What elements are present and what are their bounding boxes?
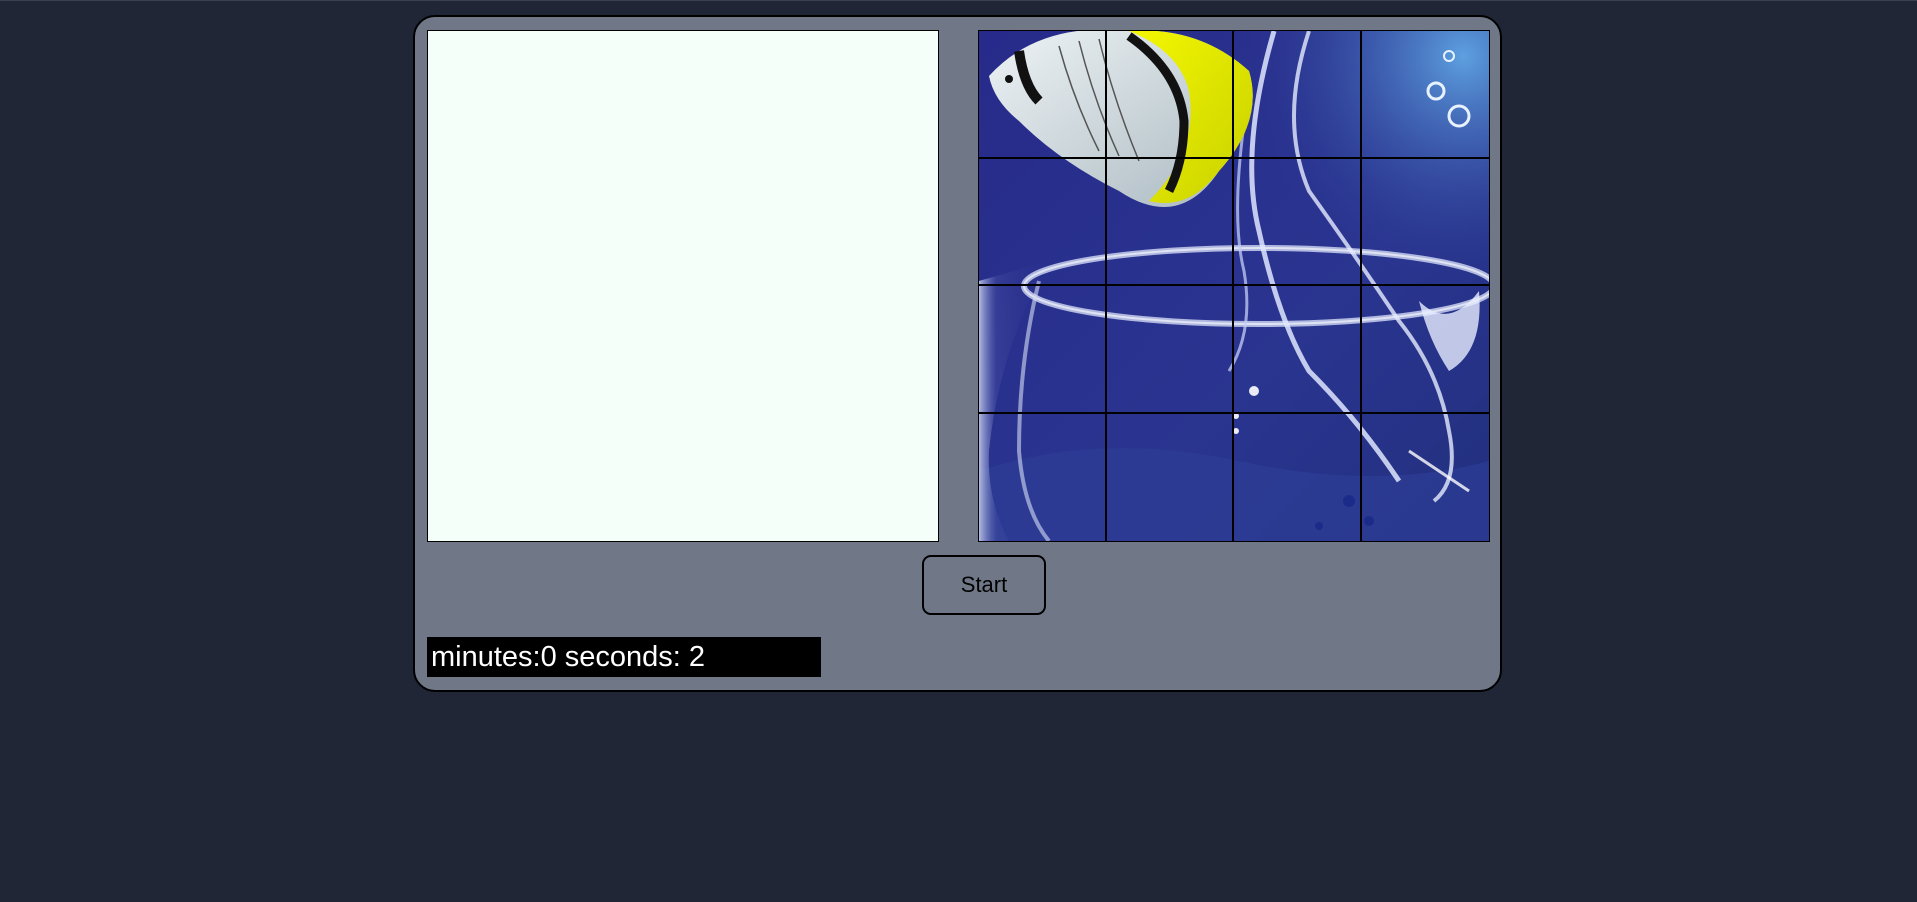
puzzle-tile[interactable]: [1234, 31, 1362, 159]
puzzle-tile[interactable]: [1106, 31, 1234, 159]
puzzle-tile[interactable]: [1234, 286, 1362, 414]
puzzle-tile[interactable]: [1106, 286, 1234, 414]
start-button[interactable]: Start: [922, 555, 1046, 615]
puzzle-tile[interactable]: [979, 286, 1107, 414]
puzzle-tile[interactable]: [1106, 158, 1234, 286]
puzzle-tile[interactable]: [979, 31, 1107, 159]
target-board[interactable]: [427, 30, 939, 542]
puzzle-tile[interactable]: [1361, 286, 1489, 414]
puzzle-game-container: Start minutes:0 seconds: 2: [413, 15, 1502, 692]
puzzle-tile[interactable]: [979, 413, 1107, 541]
puzzle-tile[interactable]: [1361, 31, 1489, 159]
puzzle-tile[interactable]: [1361, 159, 1489, 286]
puzzle-tile[interactable]: [1107, 413, 1234, 541]
puzzle-tile[interactable]: [979, 158, 1107, 286]
puzzle-board: [978, 30, 1490, 542]
puzzle-tile-grid: [979, 31, 1489, 541]
puzzle-tile[interactable]: [1362, 414, 1490, 542]
puzzle-tile[interactable]: [1234, 158, 1362, 286]
top-edge-line: [0, 0, 1917, 1]
puzzle-tile[interactable]: [1234, 413, 1362, 541]
timer-display: minutes:0 seconds: 2: [427, 637, 821, 677]
